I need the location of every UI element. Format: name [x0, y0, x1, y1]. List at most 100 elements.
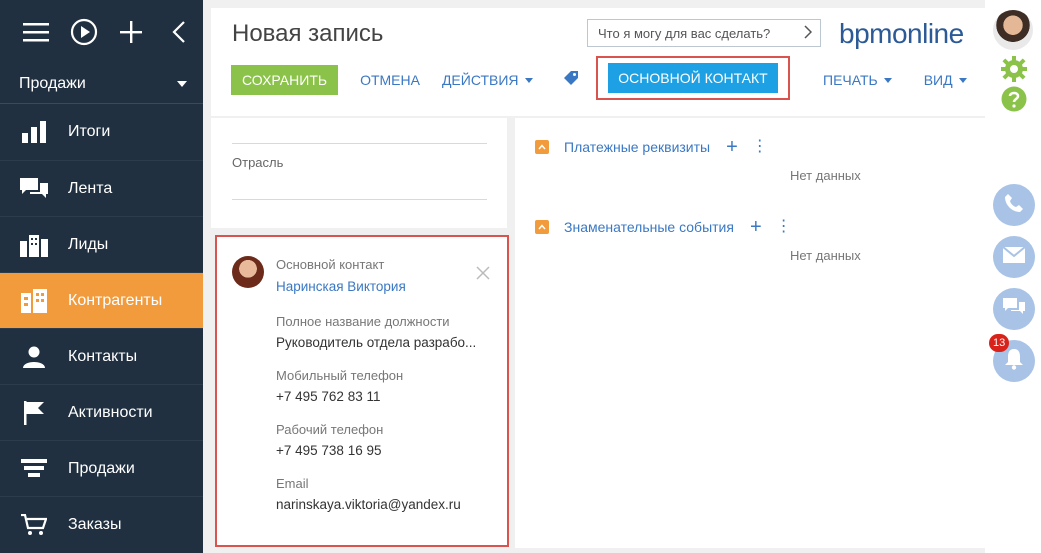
- leads-icon: [0, 233, 68, 257]
- communication-panel: 13: [985, 0, 1041, 553]
- collapse-toggle-icon[interactable]: [535, 140, 549, 154]
- details-panel: Платежные реквизиты + ⋮ Нет данных Знаме…: [515, 118, 985, 548]
- chevron-down-icon: [177, 80, 187, 87]
- sidebar-item-label: Заказы: [68, 515, 122, 533]
- main-contact-card: Основной контакт Наринская Виктория Полн…: [215, 235, 509, 547]
- job-title-label: Полное название должности: [276, 314, 450, 329]
- empty-state-text: Нет данных: [790, 248, 861, 263]
- add-record-icon[interactable]: +: [726, 137, 738, 157]
- sidebar: Продажи Итоги Лента Лиды Контрагенты Кон…: [0, 0, 203, 553]
- feed-button[interactable]: [993, 288, 1035, 330]
- email-value[interactable]: narinskaya.viktoria@yandex.ru: [276, 497, 461, 512]
- add-icon[interactable]: [108, 0, 156, 64]
- detail-title[interactable]: Знаменательные события: [564, 219, 734, 235]
- workplace-selector[interactable]: Продажи: [0, 64, 203, 104]
- avatar: [232, 256, 264, 288]
- sidebar-item-accounts[interactable]: Контрагенты: [0, 272, 203, 328]
- search-placeholder: Что я могу для вас сделать?: [598, 25, 771, 41]
- bpmonline-logo: bpmonline: [839, 18, 964, 50]
- main-contact-label: Основной контакт: [276, 257, 385, 272]
- logo-part-online: online: [891, 18, 964, 49]
- chat-icon: [1003, 297, 1025, 321]
- notification-count-badge: 13: [989, 334, 1010, 352]
- detail-payment-requisites: Платежные реквизиты + ⋮: [535, 137, 768, 157]
- work-phone-label: Рабочий телефон: [276, 422, 384, 437]
- funnel-icon: [0, 458, 68, 479]
- command-line-input[interactable]: Что я могу для вас сделать?: [587, 19, 821, 47]
- gear-icon[interactable]: [1001, 56, 1027, 87]
- sidebar-item-feed[interactable]: Лента: [0, 160, 203, 216]
- chevron-right-icon[interactable]: [804, 24, 813, 42]
- menu-icon[interactable]: [12, 0, 60, 64]
- cancel-label: ОТМЕНА: [360, 72, 420, 88]
- chevron-down-icon: [883, 77, 892, 83]
- sidebar-item-label: Активности: [68, 403, 153, 421]
- close-icon[interactable]: [476, 266, 490, 280]
- view-menu-button[interactable]: ВИД: [924, 72, 967, 88]
- collapse-chevron-icon[interactable]: [155, 0, 203, 64]
- print-label: ПЕЧАТЬ: [823, 72, 878, 88]
- call-button[interactable]: [993, 184, 1035, 226]
- add-record-icon[interactable]: +: [750, 217, 762, 237]
- mobile-phone-label: Мобильный телефон: [276, 368, 404, 383]
- toolbar: СОХРАНИТЬ ОТМЕНА ДЕЙСТВИЯ: [231, 65, 579, 95]
- cancel-button[interactable]: ОТМЕНА: [360, 72, 420, 88]
- actions-label: ДЕЙСТВИЯ: [441, 72, 519, 88]
- bell-icon: [1004, 348, 1024, 375]
- view-label: ВИД: [923, 72, 953, 88]
- logo-part-bpm: bpm: [839, 18, 892, 49]
- main-contact-button[interactable]: ОСНОВНОЙ КОНТАКТ: [608, 63, 778, 93]
- detail-anniversaries: Знаменательные события + ⋮: [535, 217, 792, 237]
- cart-icon: [0, 513, 68, 536]
- detail-title[interactable]: Платежные реквизиты: [564, 139, 710, 155]
- sidebar-item-label: Продажи: [68, 459, 135, 477]
- job-title-value: Руководитель отдела разрабо...: [276, 335, 477, 350]
- work-phone-value[interactable]: +7 495 738 16 95: [276, 443, 381, 458]
- sidebar-item-label: Контрагенты: [68, 291, 163, 309]
- industry-field-input[interactable]: [232, 199, 487, 200]
- more-options-icon[interactable]: ⋮: [776, 219, 792, 235]
- sidebar-top-bar: [0, 0, 203, 64]
- collapse-toggle-icon[interactable]: [535, 220, 549, 234]
- building-icon: [0, 288, 68, 313]
- sidebar-item-label: Лиды: [68, 235, 109, 253]
- notifications-button[interactable]: 13: [989, 334, 1035, 382]
- sidebar-item-label: Итоги: [68, 123, 111, 140]
- chevron-down-icon: [524, 77, 533, 83]
- sidebar-item-orders[interactable]: Заказы: [0, 496, 203, 552]
- divider: [232, 143, 487, 144]
- right-toolbar: ПЕЧАТЬ ВИД: [823, 65, 999, 95]
- page-title: Новая запись: [232, 20, 384, 47]
- flag-icon: [0, 400, 68, 425]
- person-icon: [0, 346, 68, 368]
- empty-state-text: Нет данных: [790, 168, 861, 183]
- sidebar-item-dashboards[interactable]: Итоги: [0, 104, 203, 160]
- main-contact-highlight: ОСНОВНОЙ КОНТАКТ: [596, 56, 790, 100]
- sidebar-item-opportunities[interactable]: Продажи: [0, 440, 203, 496]
- bar-chart-icon: [0, 121, 68, 143]
- email-button[interactable]: [993, 236, 1035, 278]
- email-label: Email: [276, 476, 309, 491]
- page-header: Новая запись Что я могу для вас сделать?…: [211, 8, 985, 116]
- tag-icon[interactable]: [563, 70, 579, 91]
- print-menu-button[interactable]: ПЕЧАТЬ: [823, 72, 892, 88]
- chevron-down-icon: [958, 77, 967, 83]
- user-profile-avatar[interactable]: [993, 10, 1033, 50]
- envelope-icon: [1002, 245, 1026, 268]
- sidebar-item-activities[interactable]: Активности: [0, 384, 203, 440]
- sidebar-item-contacts[interactable]: Контакты: [0, 328, 203, 384]
- help-icon[interactable]: [1001, 86, 1027, 117]
- profile-panel: Отрасль: [211, 118, 507, 228]
- actions-menu-button[interactable]: ДЕЙСТВИЯ: [442, 72, 533, 88]
- industry-field-label: Отрасль: [232, 155, 284, 170]
- save-button[interactable]: СОХРАНИТЬ: [231, 65, 339, 95]
- main-contact-name-link[interactable]: Наринская Виктория: [276, 279, 406, 294]
- mobile-phone-value[interactable]: +7 495 762 83 11: [276, 389, 380, 404]
- sidebar-item-label: Лента: [68, 179, 113, 197]
- phone-icon: [1004, 193, 1024, 218]
- chat-icon: [0, 177, 68, 200]
- more-options-icon[interactable]: ⋮: [752, 139, 768, 155]
- sidebar-item-leads[interactable]: Лиды: [0, 216, 203, 272]
- workplace-label: Продажи: [19, 74, 86, 92]
- play-icon[interactable]: [60, 0, 108, 64]
